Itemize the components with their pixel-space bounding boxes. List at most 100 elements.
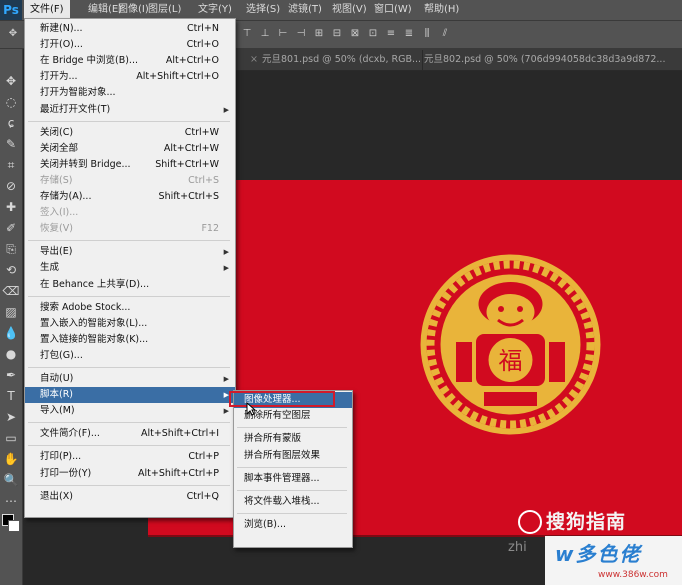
pen-tool-icon[interactable]: ✒: [2, 366, 20, 384]
menu-7[interactable]: 视图(V): [326, 0, 373, 20]
file-menu-item[interactable]: 打包(G)...: [25, 348, 235, 364]
file-menu-item[interactable]: 新建(N)... Ctrl+N: [25, 21, 235, 37]
file-menu-item[interactable]: 打开(O)... Ctrl+O: [25, 37, 235, 53]
file-menu-item[interactable]: 退出(X) Ctrl+Q: [25, 489, 235, 505]
tab-document-802[interactable]: 元旦802.psd @ 50% (706d994058dc38d3a9d872.…: [418, 50, 679, 70]
move-tool-icon[interactable]: ✥: [2, 72, 20, 90]
script-menu-item[interactable]: 脚本事件管理器...: [234, 471, 352, 487]
file-menu-item[interactable]: 打印(P)... Ctrl+P: [25, 449, 235, 465]
script-menu-item[interactable]: 浏览(B)...: [234, 517, 352, 533]
marquee-tool-icon[interactable]: ◌: [2, 93, 20, 111]
more-tools-icon[interactable]: ⋯: [2, 492, 20, 510]
sogou-logo-icon: [518, 510, 542, 534]
menu-item-shortcut: Ctrl+P: [188, 451, 219, 463]
file-menu-item[interactable]: 关闭(C) Ctrl+W: [25, 125, 235, 141]
type-tool-icon[interactable]: T: [2, 387, 20, 405]
menu-3[interactable]: 图层(L): [142, 0, 187, 20]
align-option-icon[interactable]: ⊞: [312, 28, 326, 40]
file-menu-item[interactable]: 自动(U) ▶: [25, 371, 235, 387]
file-menu-item[interactable]: 存储(S) Ctrl+S: [25, 173, 235, 189]
menu-item-label: 恢复(V): [40, 223, 73, 235]
menu-item-shortcut: Shift+Ctrl+W: [155, 158, 219, 170]
align-option-icon[interactable]: ⊥: [258, 28, 272, 40]
file-menu-item[interactable]: 打开为... Alt+Shift+Ctrl+O: [25, 69, 235, 85]
menu-separator: [237, 427, 347, 429]
shape-tool-icon[interactable]: ▭: [2, 429, 20, 447]
site-watermark-url: www.386w.com: [598, 570, 668, 580]
history-brush-icon[interactable]: ⟲: [2, 261, 20, 279]
align-option-icon[interactable]: ⊢: [276, 28, 290, 40]
gradient-tool-icon[interactable]: ▨: [2, 303, 20, 321]
tab-document-801[interactable]: 元旦801.psd @ 50% (dcxb, RGB...: [256, 50, 423, 70]
path-select-icon[interactable]: ➤: [2, 408, 20, 426]
zoom-tool-icon[interactable]: 🔍: [2, 471, 20, 489]
menu-5[interactable]: 选择(S): [240, 0, 286, 20]
file-menu-item[interactable]: 导出(E) ▶: [25, 244, 235, 260]
script-menu-item[interactable]: 拼合所有图层效果: [234, 448, 352, 464]
file-menu-item[interactable]: 生成 ▶: [25, 260, 235, 276]
menu-item-label: 浏览(B)...: [244, 519, 286, 531]
align-option-icon[interactable]: ⊤: [240, 28, 254, 40]
move-tool-icon[interactable]: ✥: [6, 28, 20, 40]
menu-item-label: 退出(X): [40, 490, 73, 502]
file-menu-item[interactable]: 文件简介(F)... Alt+Shift+Ctrl+I: [25, 426, 235, 442]
menu-separator: [28, 120, 230, 122]
mouse-cursor-icon: [246, 402, 256, 416]
menu-item-shortcut: Ctrl+S: [188, 174, 219, 186]
submenu-arrow-icon: ▶: [223, 248, 229, 257]
align-option-icon[interactable]: ⊟: [330, 28, 344, 40]
file-menu-item[interactable]: 存储为(A)... Shift+Ctrl+S: [25, 189, 235, 205]
menu-6[interactable]: 滤镜(T): [282, 0, 328, 20]
tab-close-icon[interactable]: ×: [236, 50, 258, 70]
align-option-icon[interactable]: ≣: [402, 28, 416, 40]
menu-item-label: 自动(U): [40, 373, 74, 384]
blur-tool-icon[interactable]: 💧: [2, 324, 20, 342]
file-menu-item[interactable]: 在 Behance 上共享(D)...: [25, 277, 235, 293]
file-menu-item[interactable]: 签入(I)...: [25, 205, 235, 221]
menu-item-label: 新建(N)...: [40, 23, 83, 34]
zhi-watermark: zhi: [508, 540, 527, 555]
align-option-icon[interactable]: ⫼: [420, 28, 434, 40]
background-color-swatch[interactable]: [8, 520, 20, 532]
file-menu-item[interactable]: 置入链接的智能对象(K)...: [25, 332, 235, 348]
healing-brush-icon[interactable]: ✚: [2, 198, 20, 216]
align-option-icon[interactable]: ⫽: [438, 28, 452, 40]
dodge-tool-icon[interactable]: ●: [2, 345, 20, 363]
align-option-icon[interactable]: ⊡: [366, 28, 380, 40]
crop-tool-icon[interactable]: ⌗: [2, 156, 20, 174]
menu-item-shortcut: Alt+Ctrl+W: [163, 142, 219, 154]
eyedropper-tool-icon[interactable]: ⊘: [2, 177, 20, 195]
menu-8[interactable]: 窗口(W): [368, 0, 418, 20]
quick-select-tool-icon[interactable]: ✎: [2, 135, 20, 153]
align-option-icon[interactable]: ⊠: [348, 28, 362, 40]
menu-item-shortcut: Ctrl+W: [184, 126, 219, 138]
script-menu-item[interactable]: 将文件载入堆栈...: [234, 494, 352, 510]
file-menu-item[interactable]: 恢复(V) F12: [25, 221, 235, 237]
align-option-icon[interactable]: ⊣: [294, 28, 308, 40]
hand-tool-icon[interactable]: ✋: [2, 450, 20, 468]
menu-separator: [28, 445, 230, 447]
menu-item-label: 在 Behance 上共享(D)...: [40, 278, 150, 290]
file-menu-item[interactable]: 打开为智能对象...: [25, 85, 235, 101]
menu-4[interactable]: 文字(Y): [192, 0, 238, 20]
brush-tool-icon[interactable]: ✐: [2, 219, 20, 237]
clone-stamp-icon[interactable]: ⎘: [2, 240, 20, 258]
menu-separator: [237, 513, 347, 515]
file-menu-item[interactable]: 导入(M) ▶: [25, 403, 235, 419]
lasso-tool-icon[interactable]: ɕ: [2, 114, 20, 132]
file-menu-item[interactable]: 搜索 Adobe Stock...: [25, 300, 235, 316]
menu-0[interactable]: 文件(F): [24, 0, 70, 20]
script-menu-item[interactable]: 拼合所有蒙版: [234, 431, 352, 447]
menu-item-shortcut: Ctrl+N: [187, 23, 219, 34]
eraser-tool-icon[interactable]: ⌫: [2, 282, 20, 300]
file-menu-item[interactable]: 脚本(R) ▶: [25, 387, 235, 404]
file-menu-item[interactable]: 置入嵌入的智能对象(L)...: [25, 316, 235, 332]
file-menu-item[interactable]: 在 Bridge 中浏览(B)... Alt+Ctrl+O: [25, 53, 235, 69]
menu-9[interactable]: 帮助(H): [418, 0, 465, 20]
file-menu-item[interactable]: 关闭并转到 Bridge... Shift+Ctrl+W: [25, 157, 235, 173]
menu-item-shortcut: Shift+Ctrl+S: [158, 191, 219, 202]
align-option-icon[interactable]: ≡: [384, 28, 398, 40]
file-menu-item[interactable]: 打印一份(Y) Alt+Shift+Ctrl+P: [25, 466, 235, 482]
file-menu-item[interactable]: 关闭全部 Alt+Ctrl+W: [25, 141, 235, 157]
file-menu-item[interactable]: 最近打开文件(T) ▶: [25, 102, 235, 118]
